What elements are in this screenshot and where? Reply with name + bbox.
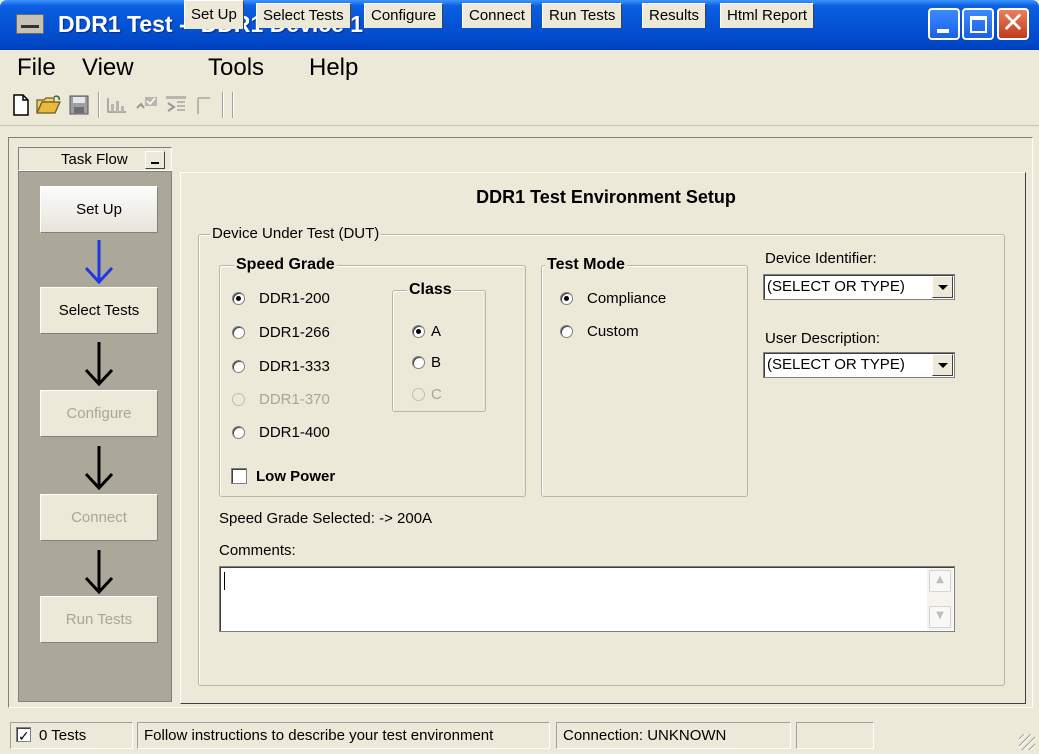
speed-grade-label: Speed Grade — [234, 256, 337, 274]
radio-label: DDR1-333 — [259, 358, 330, 375]
taskflow-run-tests-button[interactable]: Run Tests — [40, 596, 158, 643]
text-caret — [224, 572, 225, 590]
speed-grade-selected: Speed Grade Selected: -> 200A — [219, 510, 433, 527]
device-identifier-label: Device Identifier: — [765, 250, 877, 267]
close-icon[interactable]: ✕ — [997, 6, 1029, 40]
tab-configure[interactable]: Configure — [364, 3, 444, 28]
save-icon[interactable] — [69, 95, 89, 115]
status-tests-label: 0 Tests — [39, 727, 87, 744]
maximize-icon[interactable] — [962, 8, 994, 40]
status-connection: Connection: UNKNOWN — [556, 722, 791, 749]
page-title: DDR1 Test Environment Setup — [181, 187, 1027, 208]
radio-label: DDR1-400 — [259, 424, 330, 441]
radio-button[interactable] — [412, 356, 425, 369]
low-power-label: Low Power — [256, 468, 336, 485]
taskflow-connect-button[interactable]: Connect — [40, 494, 158, 541]
tests-checkbox[interactable] — [16, 725, 31, 748]
check-icon[interactable] — [135, 94, 159, 116]
radio-button[interactable] — [412, 325, 425, 338]
task-flow-header: Task Flow — [18, 147, 172, 171]
status-bar: 0 Tests Follow instructions to describe … — [0, 714, 1039, 754]
status-extra — [796, 722, 874, 749]
radio-label: A — [431, 323, 442, 340]
arrow-down-icon — [84, 550, 114, 595]
menu-bar: File View Tools Help — [0, 50, 1039, 86]
radio-label: DDR1-266 — [259, 324, 330, 341]
minimize-icon[interactable] — [928, 8, 960, 40]
radio-button[interactable] — [412, 388, 425, 401]
chart-icon[interactable] — [106, 96, 128, 114]
chevron-down-icon[interactable] — [932, 354, 953, 376]
task-flow-body: Set Up Select Tests Configure Connect Ru… — [18, 171, 172, 702]
device-identifier-combo[interactable]: (SELECT OR TYPE) — [763, 274, 955, 300]
open-icon[interactable] — [36, 95, 62, 115]
tab-run-tests[interactable]: Run Tests — [542, 3, 623, 28]
app-icon[interactable] — [16, 14, 44, 34]
dut-group-label: Device Under Test (DUT) — [210, 225, 382, 242]
chevron-down-icon[interactable] — [932, 276, 953, 298]
user-description-value: (SELECT OR TYPE) — [767, 356, 905, 373]
list-icon[interactable] — [165, 94, 187, 116]
user-description-label: User Description: — [765, 330, 881, 347]
device-identifier-value: (SELECT OR TYPE) — [767, 278, 905, 295]
menu-file[interactable]: File — [17, 54, 56, 82]
status-message: Follow instructions to describe your tes… — [137, 722, 550, 749]
taskflow-select-tests-button[interactable]: Select Tests — [40, 287, 158, 334]
menu-help[interactable]: Help — [309, 54, 358, 82]
radio-label: Compliance — [587, 290, 667, 307]
radio-button[interactable] — [232, 292, 245, 305]
radio-label: DDR1-200 — [259, 290, 330, 307]
scroll-down-button[interactable]: ▼ — [929, 606, 951, 628]
taskflow-configure-button[interactable]: Configure — [40, 390, 158, 437]
radio-button[interactable] — [232, 426, 245, 439]
taskflow-setup-button[interactable]: Set Up — [40, 186, 158, 233]
test-mode-label: Test Mode — [545, 256, 627, 274]
class-label: Class — [407, 281, 454, 299]
tab-select-tests[interactable]: Select Tests — [256, 3, 351, 28]
toolbar-separator — [222, 92, 224, 118]
radio-button[interactable] — [232, 360, 245, 373]
radio-label: B — [431, 354, 442, 371]
user-description-combo[interactable]: (SELECT OR TYPE) — [763, 352, 955, 378]
bracket-icon[interactable] — [195, 96, 213, 116]
comments-label: Comments: — [219, 542, 296, 559]
radio-button[interactable] — [232, 393, 245, 406]
tab-results[interactable]: Results — [642, 3, 707, 28]
menu-tools[interactable]: Tools — [208, 54, 264, 82]
radio-button[interactable] — [560, 292, 573, 305]
new-icon[interactable] — [12, 94, 30, 116]
toolbar-separator — [98, 92, 100, 118]
chevron-up-icon: ▲ — [936, 574, 944, 585]
arrow-down-icon — [84, 342, 114, 387]
arrow-down-icon — [84, 240, 114, 285]
scroll-up-button[interactable]: ▲ — [929, 570, 951, 592]
low-power-checkbox[interactable] — [231, 468, 247, 484]
resize-grip[interactable] — [1019, 734, 1035, 750]
radio-label: C — [431, 386, 442, 403]
chevron-down-icon: ▼ — [936, 610, 944, 621]
menu-view[interactable]: View — [82, 54, 134, 82]
task-flow-panel: Task Flow Set Up Select Tests Configure … — [18, 147, 172, 702]
comments-textarea[interactable]: ▲ ▼ — [219, 566, 955, 632]
tab-connect[interactable]: Connect — [462, 3, 532, 28]
task-flow-title: Task Flow — [61, 151, 128, 168]
radio-button[interactable] — [560, 325, 573, 338]
radio-button[interactable] — [232, 326, 245, 339]
comments-scrollbar[interactable]: ▲ ▼ — [927, 568, 953, 630]
tab-set-up[interactable]: Set Up — [184, 0, 244, 29]
arrow-down-icon — [84, 446, 114, 491]
radio-label: Custom — [587, 323, 639, 340]
page-title-text: DDR1 Test Environment Setup — [476, 187, 736, 207]
radio-label: DDR1-370 — [259, 391, 330, 408]
task-flow-minimize-button[interactable] — [145, 151, 165, 169]
toolbar-separator — [232, 92, 234, 118]
status-tests[interactable]: 0 Tests — [10, 722, 133, 749]
tab-html-report[interactable]: Html Report — [720, 3, 815, 28]
